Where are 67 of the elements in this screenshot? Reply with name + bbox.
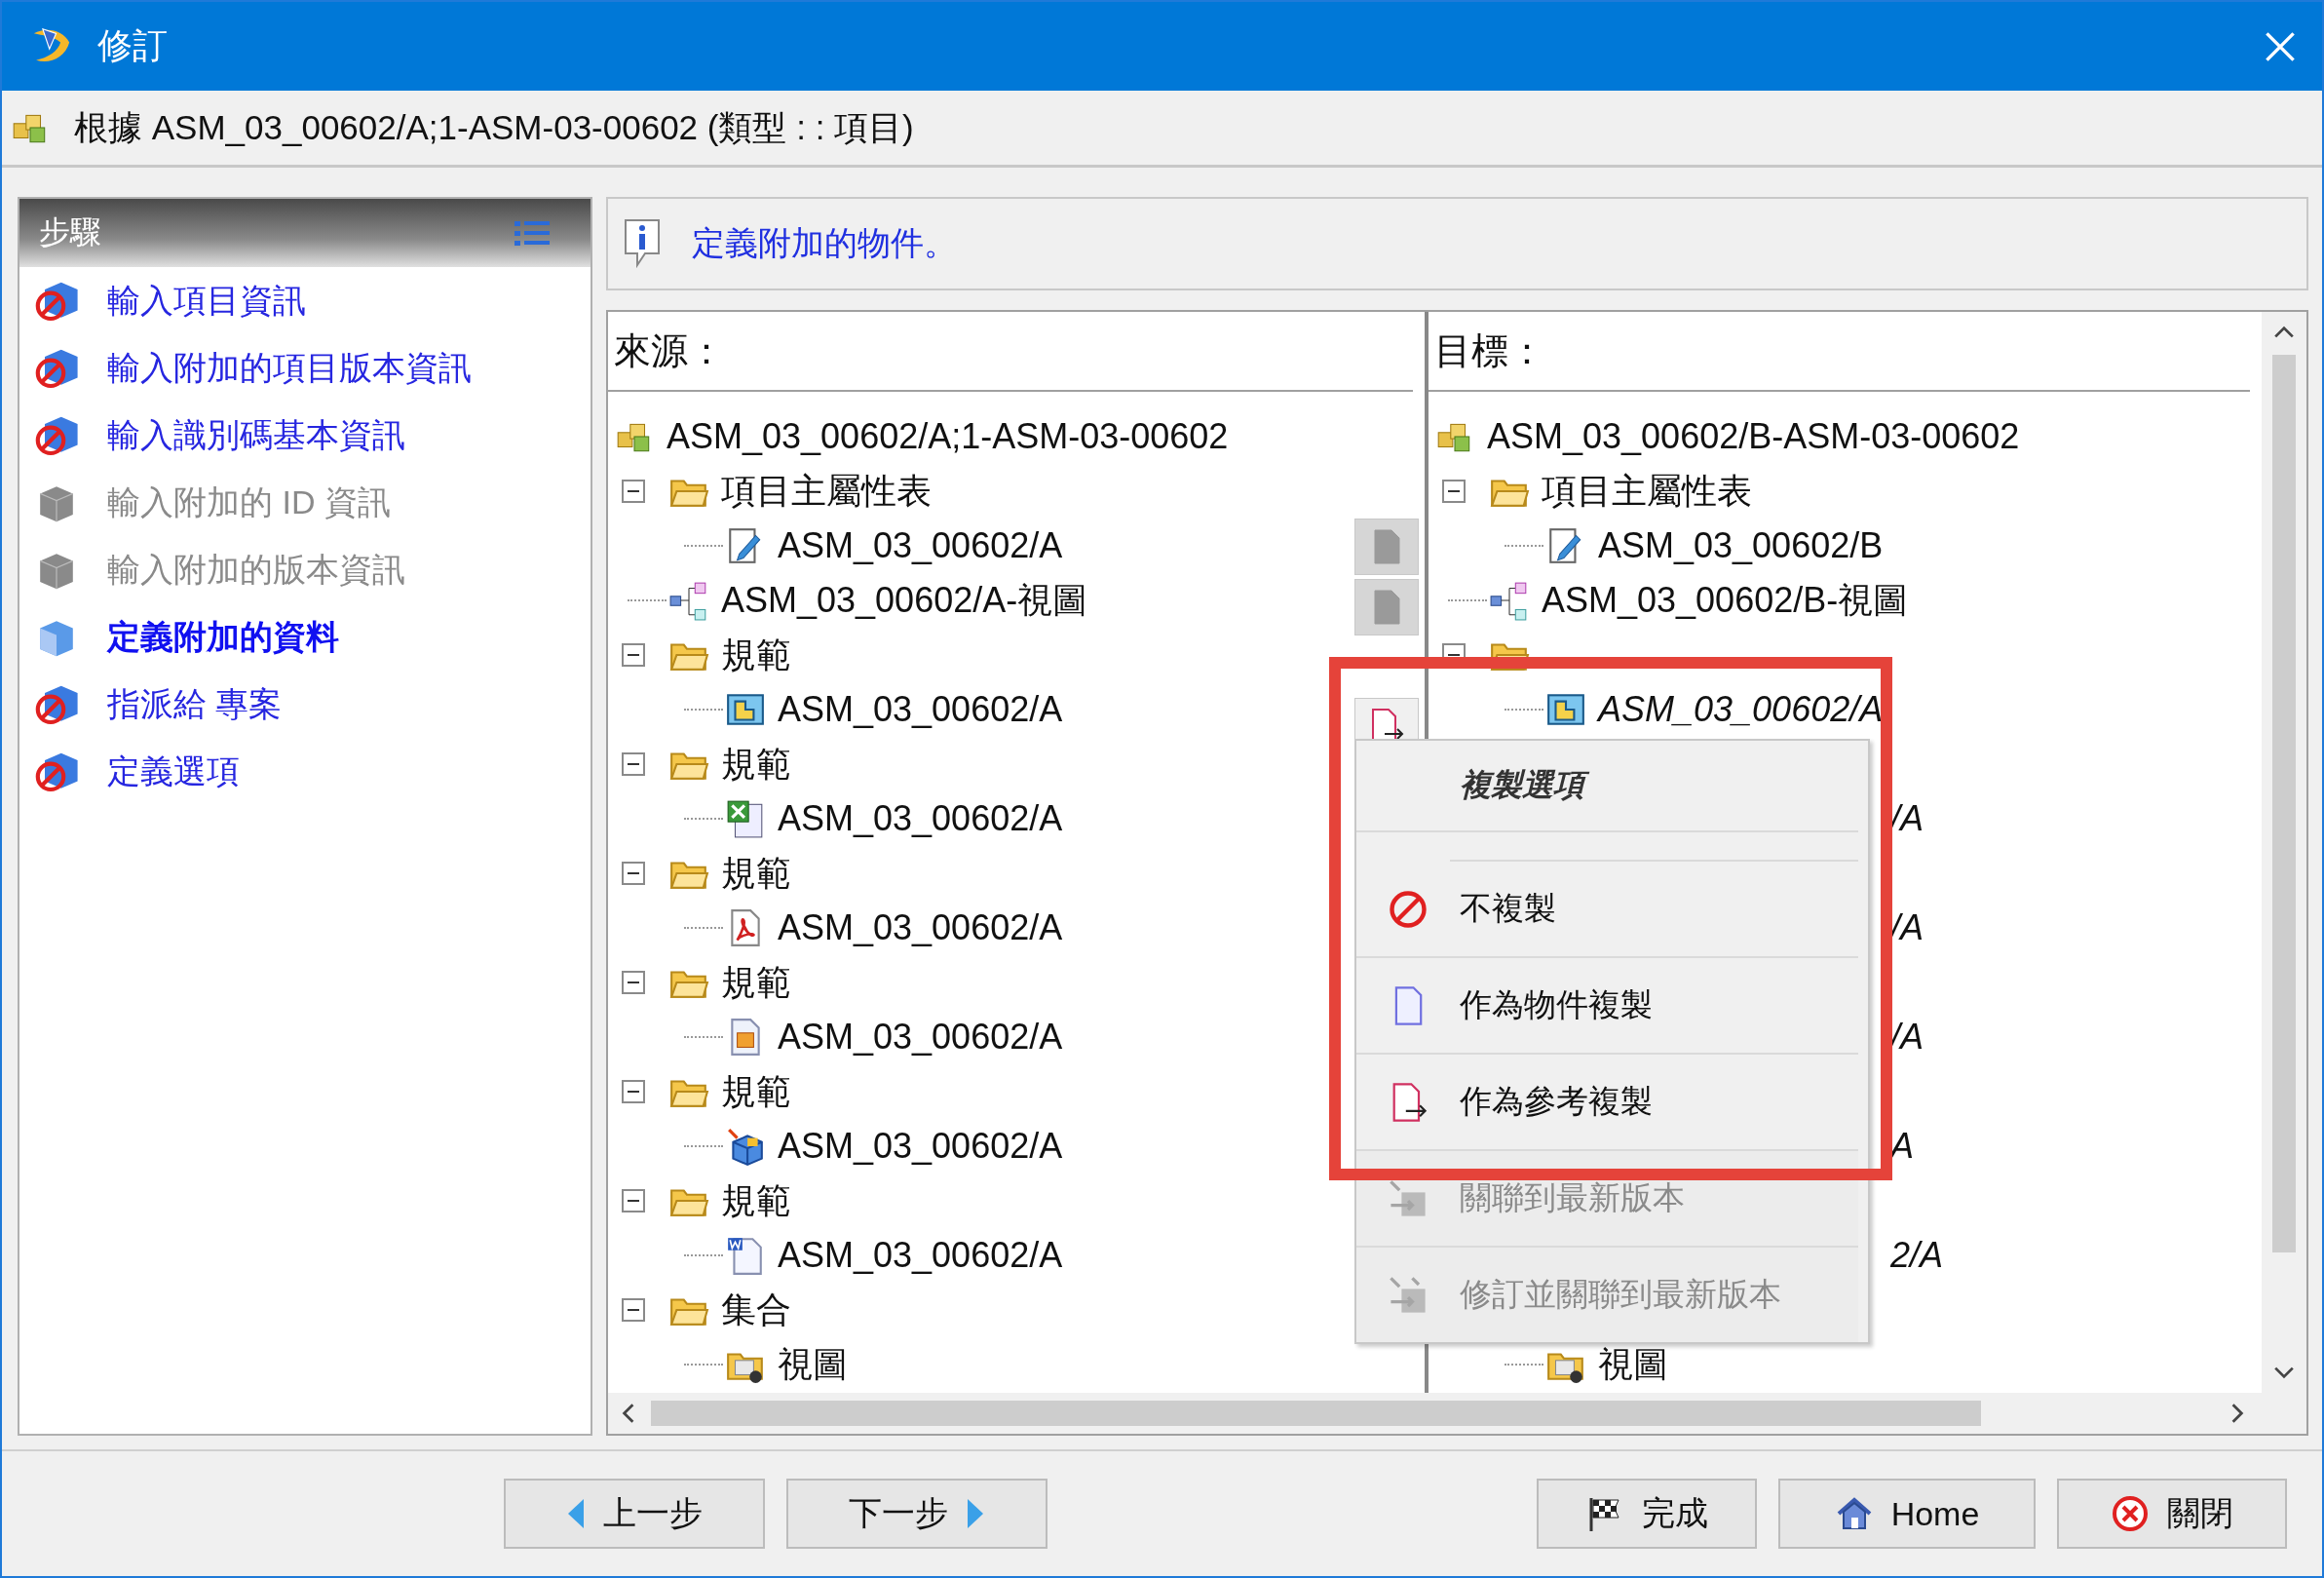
step-link[interactable]: 輸入附加的項目版本資訊	[107, 345, 472, 391]
close-circle-icon	[2111, 1494, 2150, 1533]
tree-node-label[interactable]: ASM_03_00602/A	[778, 1235, 1063, 1276]
vertical-scrollbar[interactable]	[2262, 312, 2306, 1393]
steps-title: 步驟	[39, 213, 101, 251]
collapse-toggle[interactable]	[1442, 480, 1466, 503]
close-icon[interactable]	[2264, 29, 2297, 63]
tree-node-label[interactable]: ASM_03_00602/A	[778, 798, 1063, 839]
scroll-thumb[interactable]	[2272, 355, 2296, 1252]
horizontal-scrollbar[interactable]	[608, 1393, 2306, 1434]
footer-button[interactable]: 上一步	[504, 1479, 765, 1549]
tree-node-label[interactable]: 規範	[721, 958, 791, 1007]
tree-node-label[interactable]: 規範	[721, 1176, 791, 1225]
footer-button[interactable]: Home	[1778, 1479, 2036, 1549]
pane-title: 來源：	[614, 328, 725, 373]
tree-node-label[interactable]: 規範	[721, 631, 791, 679]
menu-heading: 複製選項	[1460, 760, 1592, 811]
collapse-toggle[interactable]	[622, 643, 645, 667]
item-heading: 根據 ASM_03_00602/A;1-ASM-03-00602 (類型 : : 項目)	[74, 106, 914, 148]
menu-item[interactable]: 作為物件複製	[1356, 958, 1858, 1055]
tree-node-label[interactable]: ASM_03_00602/A;1-ASM-03-00602	[667, 416, 1229, 457]
info-message: 定義附加的物件。	[692, 223, 957, 263]
footer-button[interactable]: 關閉	[2057, 1479, 2287, 1549]
footer-button[interactable]: 完成	[1537, 1479, 1757, 1549]
tree-node-label[interactable]: 規範	[721, 849, 791, 898]
scroll-left-icon[interactable]	[622, 1403, 635, 1424]
scroll-right-icon[interactable]	[2230, 1403, 2244, 1424]
collapse-toggle[interactable]	[622, 480, 645, 503]
scroll-up-icon[interactable]	[2273, 326, 2295, 339]
footer-button[interactable]: 下一步	[786, 1479, 1048, 1549]
tree-node-label[interactable]: 2/A	[1890, 1235, 1944, 1276]
right-triangle-icon	[966, 1497, 985, 1530]
step-link[interactable]: 定義附加的資料	[107, 614, 339, 660]
tree-node-label[interactable]: 視圖	[1598, 1340, 1668, 1389]
scroll-down-icon[interactable]	[2273, 1366, 2295, 1379]
tree-node-label[interactable]: 規範	[721, 1067, 791, 1116]
collapse-toggle[interactable]	[622, 1080, 645, 1103]
tree-node-label[interactable]: ASM_03_00602/A	[778, 1126, 1063, 1167]
tree-node-label[interactable]: ASM_03_00602/A-視圖	[721, 576, 1088, 625]
collapse-toggle[interactable]	[622, 1298, 645, 1322]
tree-node-label[interactable]: 項目主屬性表	[721, 467, 932, 516]
step-link[interactable]: 指派給 專案	[107, 681, 283, 727]
collapse-toggle[interactable]	[622, 862, 645, 885]
step-link[interactable]: 輸入項目資訊	[107, 278, 306, 324]
step-link[interactable]: 輸入識別碼基本資訊	[107, 412, 405, 458]
tree-node-label[interactable]: 項目主屬性表	[1542, 467, 1752, 516]
tree-node-label[interactable]: ASM_03_00602/A	[778, 525, 1063, 566]
tree-node-label[interactable]: 集合	[721, 1286, 791, 1334]
menu-item[interactable]: 不複製	[1356, 862, 1858, 958]
collapse-toggle[interactable]	[622, 1189, 645, 1212]
tree-node-label[interactable]: ASM_03_00602/A	[1598, 689, 1884, 730]
window-title: 修訂	[97, 24, 169, 67]
tree-node-label[interactable]: ASM_03_00602/B-ASM-03-00602	[1487, 416, 2020, 457]
left-triangle-icon	[566, 1497, 586, 1530]
step-link[interactable]: 定義選項	[107, 749, 240, 794]
tree-node-label[interactable]: ASM_03_00602/A	[778, 907, 1063, 948]
tree-node-label[interactable]: ASM_03_00602/A	[778, 689, 1063, 730]
collapse-toggle[interactable]	[622, 752, 645, 776]
tree-node-label[interactable]: ASM_03_00602/A	[778, 1017, 1063, 1058]
tree-node-label[interactable]: ASM_03_00602/B	[1598, 525, 1884, 566]
collapse-toggle[interactable]	[622, 971, 645, 994]
scroll-thumb[interactable]	[651, 1401, 1981, 1426]
part-icon	[725, 1126, 766, 1167]
tree-node-label[interactable]: 規範	[721, 740, 791, 789]
tree-node-label[interactable]: 視圖	[778, 1340, 848, 1389]
pane-title: 目標：	[1434, 328, 1545, 373]
tree-node-label[interactable]: ASM_03_00602/B-視圖	[1542, 576, 1909, 625]
